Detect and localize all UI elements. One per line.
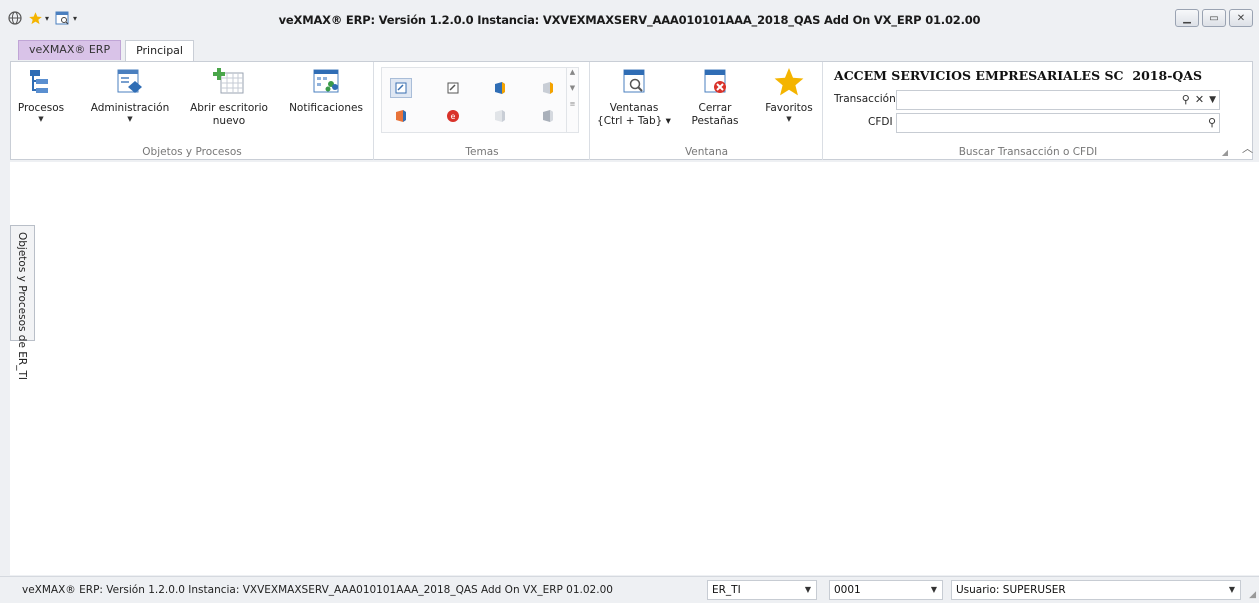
transaccion-label: Transacción [834, 93, 896, 105]
favoritos-button[interactable]: Favoritos ▼ [759, 66, 819, 124]
theme-option-icon[interactable] [442, 78, 464, 98]
side-panel-label: Objetos y Procesos de ER_TI [16, 232, 28, 380]
chevron-down-icon[interactable]: ▼ [1209, 95, 1216, 105]
chevron-down-icon: ▼ [804, 585, 811, 594]
group-buscar: ACCEM SERVICIOS EMPRESARIALES SC 2018-QA… [824, 62, 1232, 160]
restore-button[interactable]: ▭ [1202, 9, 1226, 27]
ventanas-button[interactable]: Ventanas {Ctrl + Tab} ▾ [595, 66, 673, 128]
cerrar-pestanas-button[interactable]: Cerrar Pestañas [683, 66, 747, 128]
abrir-escritorio-button[interactable]: Abrir escritorio nuevo [183, 66, 275, 128]
title-bar: ▾ ▾ veXMAX® ERP: Versión 1.2.0.0 Instanc… [0, 0, 1259, 38]
group-temas: e ▲ ▼ ≡ Temas [375, 62, 590, 160]
collapse-ribbon-icon[interactable]: ︿ [1242, 140, 1253, 156]
close-button[interactable]: ✕ [1229, 9, 1253, 27]
chevron-down-icon: ▼ [930, 585, 937, 594]
group-caption: Temas [465, 146, 499, 158]
office-theme-icon[interactable] [390, 106, 412, 126]
window-controls: ▁ ▭ ✕ [1175, 9, 1253, 27]
abrir-label-2: nuevo [212, 115, 246, 127]
chevron-down-icon: ▼ [786, 115, 792, 123]
abrir-label-1: Abrir escritorio [190, 102, 268, 114]
instance-name: 2018-QAS [1132, 68, 1202, 83]
workspace [10, 162, 1259, 575]
resize-grip-icon[interactable]: ◢ [1249, 590, 1256, 600]
svg-text:e: e [451, 112, 456, 121]
cfdi-label: CFDI [868, 116, 893, 128]
search-icon[interactable]: ⚲ [1208, 116, 1216, 129]
group-caption: Objetos y Procesos [142, 146, 242, 158]
ribbon-tabs: veXMAX® ERP Principal [18, 40, 194, 62]
office-theme-icon[interactable] [489, 106, 511, 126]
group-caption: Ventana [684, 146, 729, 158]
company-code-select[interactable]: ER_TI ▼ [707, 580, 817, 600]
theme-option-icon[interactable] [390, 78, 412, 98]
close-tabs-icon [698, 66, 732, 98]
cerrar-label-2: Pestañas [691, 115, 739, 127]
branch-value: 0001 [834, 584, 861, 596]
user-select[interactable]: Usuario: SUPERUSER ▼ [951, 580, 1241, 600]
administracion-button[interactable]: Administración ▼ [89, 66, 171, 124]
company-name: ACCEM SERVICIOS EMPRESARIALES SC [834, 68, 1124, 83]
red-theme-icon[interactable]: e [442, 106, 464, 126]
field-actions: ⚲ [1208, 116, 1216, 129]
company-code-value: ER_TI [712, 584, 741, 596]
ventanas-label-1: Ventanas [609, 102, 659, 114]
office-theme-icon[interactable] [489, 78, 511, 98]
cerrar-label-1: Cerrar [698, 102, 732, 114]
cfdi-input[interactable] [897, 114, 1219, 132]
chevron-down-icon: ▼ [1228, 585, 1235, 594]
search-icon[interactable]: ⚲ [1182, 93, 1190, 106]
new-desktop-icon [212, 66, 246, 98]
ribbon: Procesos ▼ Administración ▼ Abrir escrit… [10, 61, 1253, 160]
user-value: Usuario: SUPERUSER [956, 584, 1066, 596]
notifications-icon [309, 66, 343, 98]
group-caption: Buscar Transacción o CFDI [958, 146, 1098, 158]
administracion-label: Administración [90, 102, 170, 114]
status-bar: veXMAX® ERP: Versión 1.2.0.0 Instancia: … [0, 576, 1259, 603]
window-search-icon [617, 66, 651, 98]
side-panel-tab[interactable]: Objetos y Procesos de ER_TI [10, 225, 35, 380]
ventanas-label-2: {Ctrl + Tab} ▾ [597, 115, 671, 127]
chevron-down-icon: ▼ [38, 115, 44, 123]
gallery-scrollbar[interactable]: ▲ ▼ ≡ [566, 68, 578, 132]
group-objetos-procesos: Procesos ▼ Administración ▼ Abrir escrit… [11, 62, 374, 160]
dialog-launcher-icon[interactable]: ◢ [1222, 148, 1228, 157]
transaccion-input[interactable] [897, 91, 1219, 109]
tab-app-menu[interactable]: veXMAX® ERP [18, 40, 122, 60]
field-actions: ⚲ ✕ ▼ [1182, 93, 1216, 106]
notificaciones-label: Notificaciones [289, 102, 363, 114]
status-text: veXMAX® ERP: Versión 1.2.0.0 Instancia: … [22, 584, 613, 596]
theme-gallery: e ▲ ▼ ≡ [381, 67, 579, 133]
cfdi-field[interactable]: ⚲ [896, 113, 1220, 133]
procesos-label: Procesos [17, 102, 65, 114]
branch-select[interactable]: 0001 ▼ [829, 580, 943, 600]
office-theme-icon[interactable] [537, 106, 559, 126]
office-theme-icon[interactable] [537, 78, 559, 98]
group-ventana: Ventanas {Ctrl + Tab} ▾ Cerrar Pestañas … [591, 62, 823, 160]
minimize-button[interactable]: ▁ [1175, 9, 1199, 27]
transaccion-field[interactable]: ⚲ ✕ ▼ [896, 90, 1220, 110]
window-title: veXMAX® ERP: Versión 1.2.0.0 Instancia: … [278, 13, 981, 27]
chevron-down-icon: ▼ [127, 115, 133, 123]
star-icon [772, 66, 806, 98]
administration-icon [113, 66, 147, 98]
tab-principal[interactable]: Principal [125, 40, 194, 62]
clear-icon[interactable]: ✕ [1195, 93, 1204, 106]
process-tree-icon [24, 66, 58, 98]
favoritos-label: Favoritos [765, 102, 813, 114]
procesos-button[interactable]: Procesos ▼ [17, 66, 65, 124]
notificaciones-button[interactable]: Notificaciones [285, 66, 367, 115]
